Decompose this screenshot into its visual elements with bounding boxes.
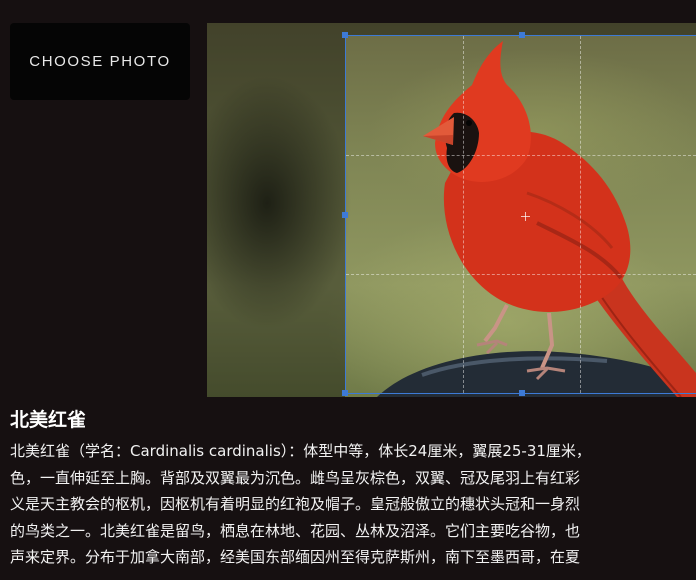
- crop-grid-line: [463, 36, 464, 393]
- crop-handle-left[interactable]: [342, 212, 348, 218]
- crop-handle-bottom[interactable]: [519, 390, 525, 396]
- crop-grid-line: [580, 36, 581, 393]
- crop-handle-top-left[interactable]: [342, 32, 348, 38]
- crosshair-icon: [521, 212, 531, 222]
- crop-handle-top[interactable]: [519, 32, 525, 38]
- description-line: 声来定界。分布于加拿大南部，经美国东部缅因州至得克萨斯州，南下至墨西哥，在夏: [10, 548, 581, 566]
- description-line: 北美红雀（学名：Cardinalis cardinalis）：体型中等，体长24…: [10, 442, 591, 460]
- description-line: 义是天主教会的枢机，因枢机有着明显的红袍及帽子。皇冠般傲立的穗状头冠和一身烈: [10, 495, 581, 513]
- crop-mask-left: [207, 23, 345, 397]
- crop-grid-line: [346, 155, 696, 156]
- description-line: 的鸟类之一。北美红雀是留鸟，栖息在林地、花园、丛林及沼泽。它们主要吃谷物，也: [10, 521, 581, 540]
- photo-crop-area[interactable]: [207, 23, 696, 397]
- choose-photo-button[interactable]: CHOOSE PHOTO: [10, 23, 190, 100]
- crop-selection-box[interactable]: [342, 32, 696, 396]
- article-title: 北美红雀: [10, 409, 87, 431]
- description-line: 色，一直伸延至上胸。背部及双翼最为沉色。雌鸟呈灰棕色，双翼、冠及尾羽上有红彩: [10, 468, 581, 487]
- crop-handle-bottom-left[interactable]: [342, 390, 348, 396]
- article-description: 北美红雀（学名：Cardinalis cardinalis）：体型中等，体长24…: [10, 438, 696, 571]
- crop-grid-line: [346, 274, 696, 275]
